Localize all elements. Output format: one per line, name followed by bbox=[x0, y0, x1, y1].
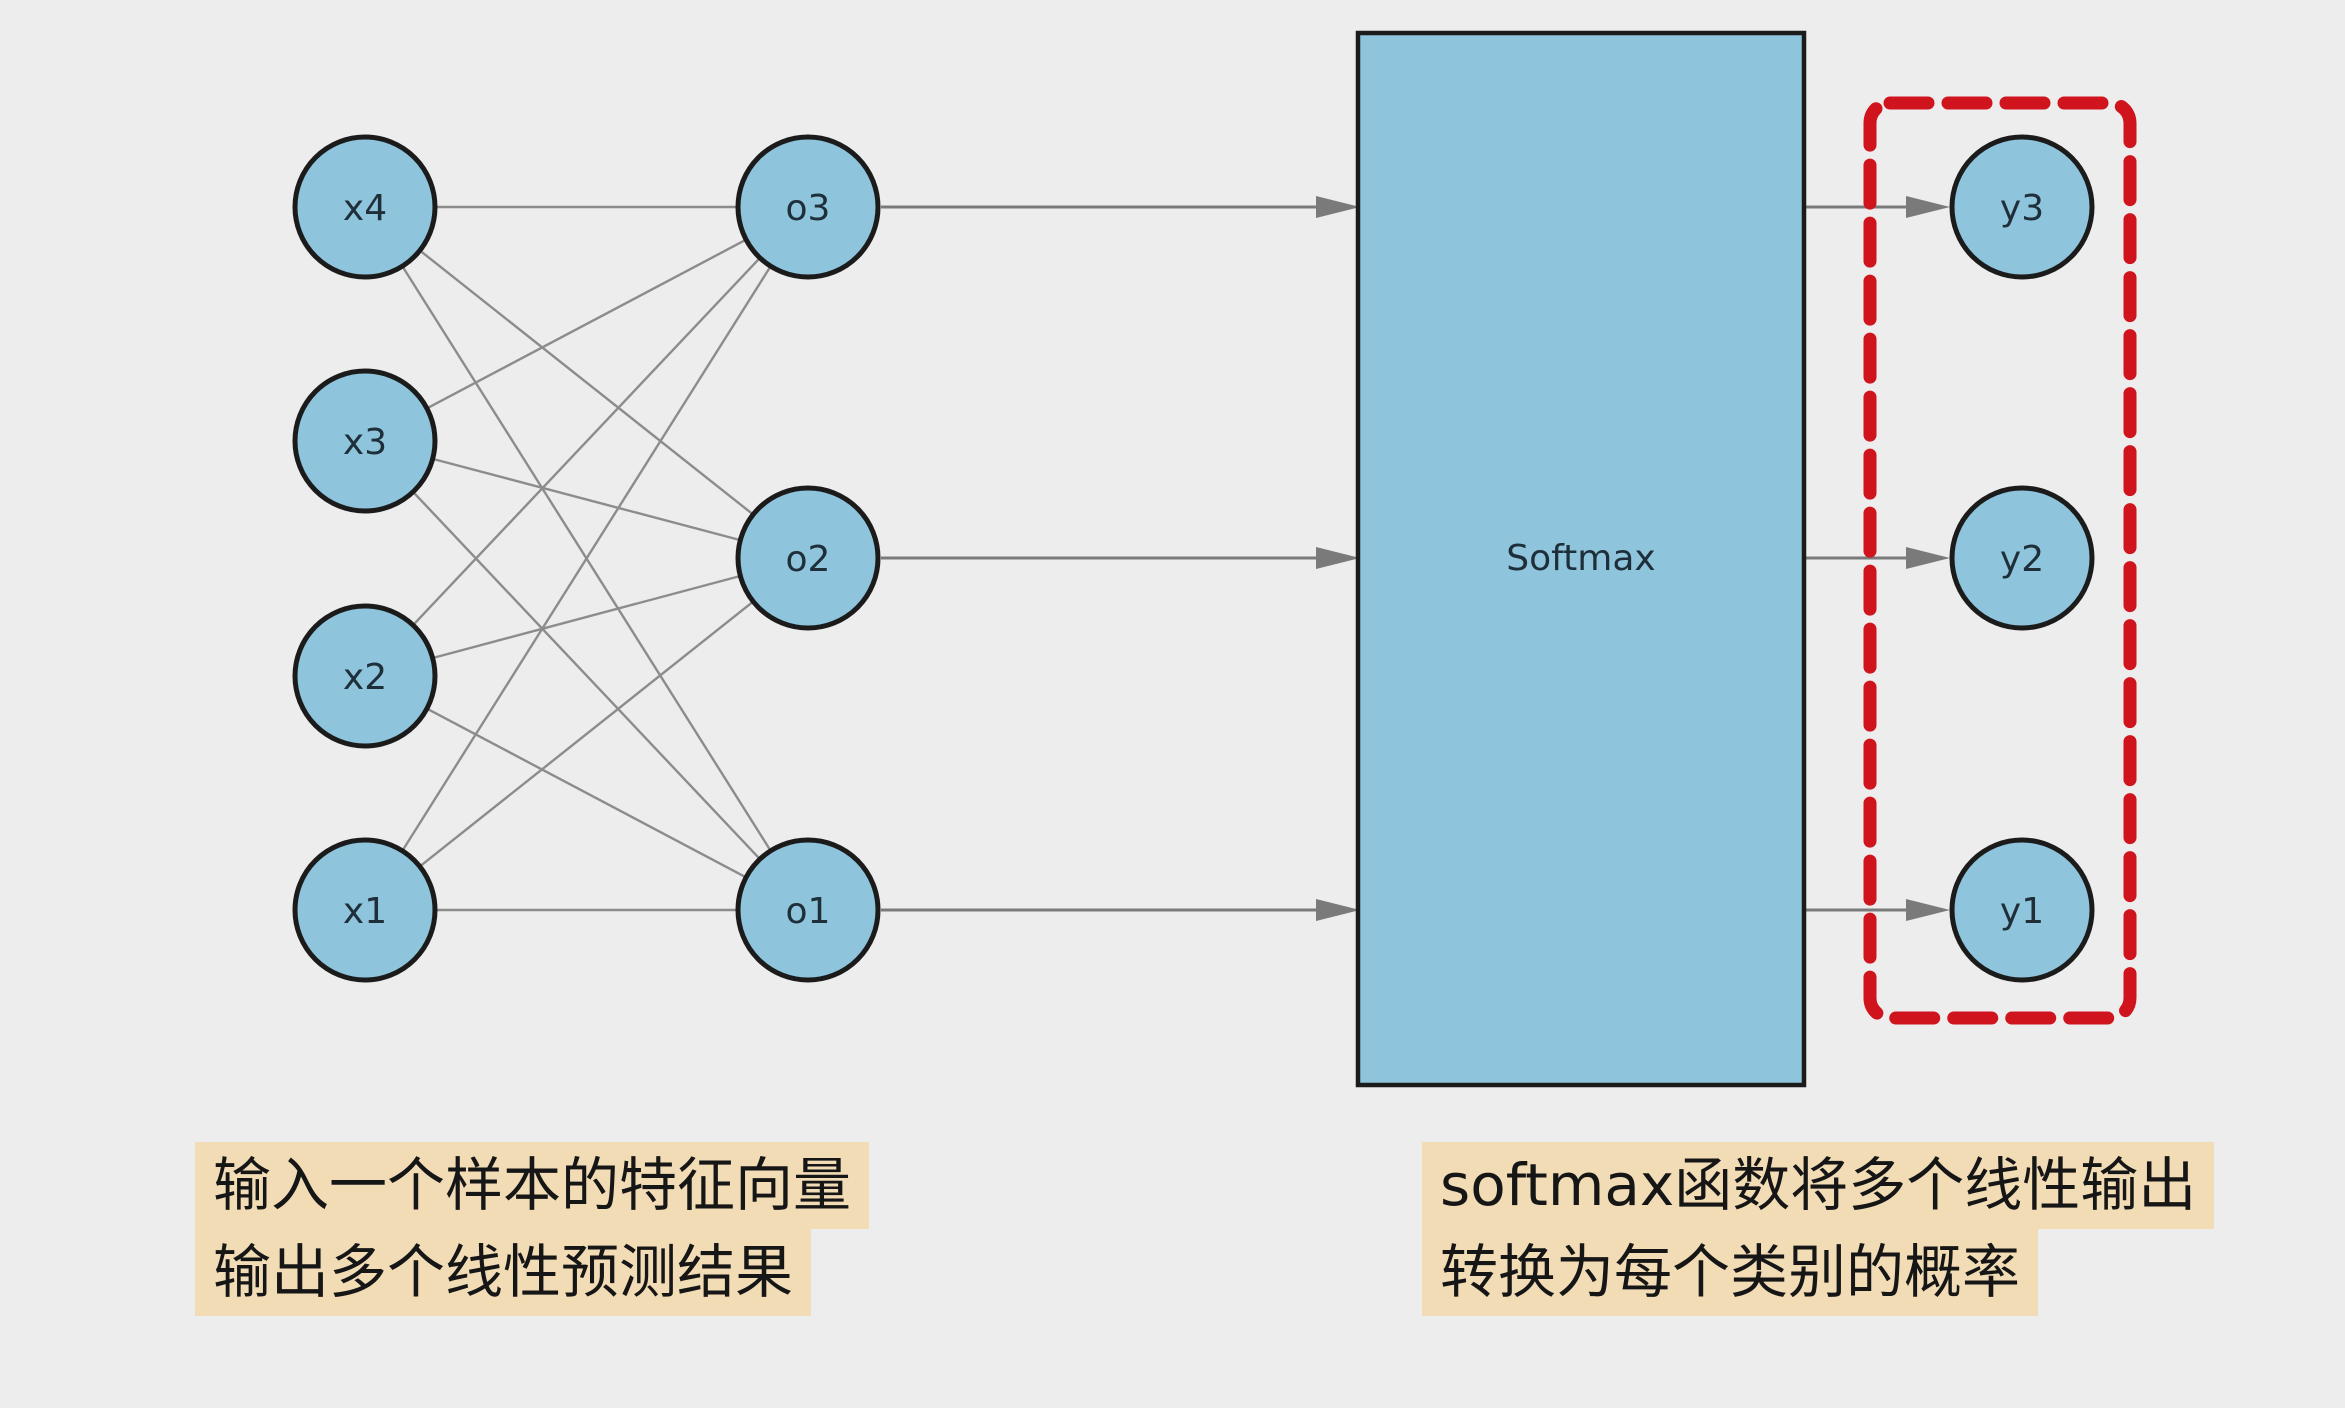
output-node-label: o3 bbox=[786, 188, 831, 229]
edge-x4-o2 bbox=[420, 250, 753, 515]
softmax-label: Softmax bbox=[1506, 538, 1655, 579]
probability-node-label: y1 bbox=[2000, 891, 2044, 932]
edge-x3-o1 bbox=[413, 492, 760, 859]
arrow-softmax-to-y1 bbox=[1803, 899, 1950, 921]
probability-node-y1: y1 bbox=[1949, 837, 2095, 983]
caption-right-line1: softmax函数将多个线性输出 bbox=[1422, 1142, 2215, 1229]
caption-right: softmax函数将多个线性输出 转换为每个类别的概率 bbox=[1422, 1142, 2215, 1316]
input-node-x1: x1 bbox=[292, 837, 438, 983]
input-node-label: x1 bbox=[343, 891, 387, 932]
input-node-x2: x2 bbox=[292, 603, 438, 749]
arrow-o1-to-softmax bbox=[881, 899, 1360, 921]
caption-left-line2: 输出多个线性预测结果 bbox=[195, 1229, 812, 1316]
output-node-label: o2 bbox=[786, 539, 831, 580]
input-node-label: x2 bbox=[343, 657, 387, 698]
edge-x2-o2 bbox=[434, 575, 739, 659]
probability-node-y2: y2 bbox=[1949, 485, 2095, 631]
caption-left-line1: 输入一个样本的特征向量 bbox=[195, 1142, 870, 1229]
input-output-edges bbox=[402, 205, 771, 912]
output-node-o3: o3 bbox=[735, 134, 881, 280]
probability-node-label: y2 bbox=[2000, 539, 2044, 580]
arrow-o2-to-softmax bbox=[881, 547, 1360, 569]
edge-x3-o2 bbox=[434, 458, 739, 541]
edge-x2-o3 bbox=[413, 258, 760, 625]
caption-left: 输入一个样本的特征向量 输出多个线性预测结果 bbox=[195, 1142, 870, 1316]
output-node-label: o1 bbox=[786, 891, 831, 932]
input-node-x3: x3 bbox=[292, 368, 438, 514]
output-node-o2: o2 bbox=[735, 485, 881, 631]
arrow-o3-to-softmax bbox=[881, 196, 1360, 218]
input-node-label: x4 bbox=[343, 188, 387, 229]
input-node-x4: x4 bbox=[292, 134, 438, 280]
caption-right-line2: 转换为每个类别的概率 bbox=[1422, 1229, 2039, 1316]
probability-node-label: y3 bbox=[2000, 188, 2044, 229]
output-node-o1: o1 bbox=[735, 837, 881, 983]
input-node-label: x3 bbox=[343, 422, 387, 463]
probability-node-y3: y3 bbox=[1949, 134, 2095, 280]
edge-x1-o2 bbox=[420, 601, 753, 867]
